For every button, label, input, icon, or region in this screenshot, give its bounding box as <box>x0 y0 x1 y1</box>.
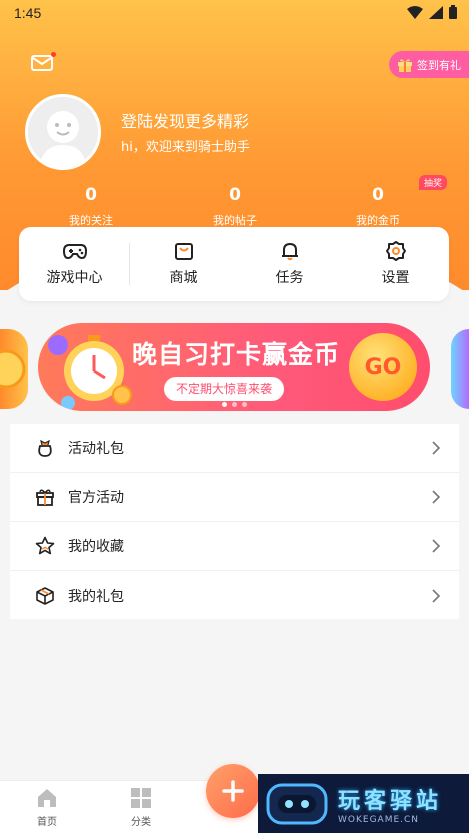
quick-menu-card: 游戏中心 商城 任务 设置 <box>19 227 449 301</box>
login-subtitle: hi，欢迎来到骑士助手 <box>121 140 250 155</box>
chevron-right-icon <box>432 490 441 504</box>
signin-label: 签到有礼 <box>417 58 461 72</box>
stat-posts[interactable]: 0 我的帖子 <box>175 183 295 231</box>
star-icon <box>34 535 56 557</box>
mail-unread-dot <box>51 52 56 57</box>
gift-box-icon <box>34 486 56 508</box>
stat-value: 0 <box>85 185 97 205</box>
grid-icon <box>131 788 151 808</box>
watermark-url: WOKEGAME.CN <box>338 814 420 825</box>
chevron-right-icon <box>432 441 441 455</box>
stat-value: 0 <box>229 185 241 205</box>
list-label: 活动礼包 <box>68 441 124 457</box>
stat-following[interactable]: 0 我的关注 <box>31 183 151 231</box>
list-item-activity-gifts[interactable]: 活动礼包 <box>10 424 459 473</box>
tab-label: 分类 <box>131 817 151 828</box>
gift-icon <box>398 58 412 72</box>
shopping-bag-icon <box>174 243 193 260</box>
status-time: 1:45 <box>14 5 42 21</box>
tab-home[interactable]: 首页 <box>17 787 77 828</box>
menu-label: 游戏中心 <box>46 270 103 286</box>
menu-settings[interactable]: 设置 <box>342 227 449 301</box>
menu-game-center[interactable]: 游戏中心 <box>21 227 128 301</box>
alarm-clock-icon <box>48 335 132 410</box>
menu-store[interactable]: 商城 <box>130 227 237 301</box>
site-watermark: 玩客驿站 WOKEGAME.CN <box>258 774 469 833</box>
pagination-dot[interactable] <box>242 402 247 407</box>
banner-carousel[interactable]: 晚自习打卡赢金币 不定期大惊喜来袭 GO <box>0 319 469 415</box>
battery-icon <box>449 5 457 19</box>
watermark-title: 玩客驿站 <box>338 788 443 814</box>
stats-row: 0 我的关注 0 我的帖子 0 我的金币 <box>0 183 469 229</box>
signal-icon <box>429 5 443 19</box>
menu-label: 任务 <box>275 270 304 286</box>
status-icons <box>407 5 457 19</box>
banner-prev-peek[interactable] <box>0 329 28 409</box>
robot-logo-icon <box>266 783 328 824</box>
banner-slide[interactable]: 晚自习打卡赢金币 不定期大惊喜来袭 GO <box>38 323 430 411</box>
list-label: 我的收藏 <box>68 539 124 555</box>
coin-icon <box>0 349 26 389</box>
menu-tasks[interactable]: 任务 <box>236 227 343 301</box>
wifi-icon <box>407 5 423 19</box>
lottery-badge[interactable]: 抽奖 <box>419 175 448 190</box>
signin-reward-button[interactable]: 签到有礼 <box>389 51 469 78</box>
plus-icon <box>222 780 244 802</box>
bell-icon <box>281 242 298 261</box>
gift-bag-icon <box>34 437 56 459</box>
home-icon <box>38 789 56 807</box>
pagination-dot[interactable] <box>222 402 227 407</box>
tab-label: 首页 <box>37 817 57 828</box>
list-item-official-events[interactable]: 官方活动 <box>10 473 459 522</box>
package-icon <box>34 585 56 607</box>
feature-list: 活动礼包 官方活动 我的收藏 我的礼包 <box>10 424 459 619</box>
list-item-favorites[interactable]: 我的收藏 <box>10 522 459 571</box>
create-post-button[interactable] <box>206 764 260 818</box>
default-avatar-icon <box>28 97 98 167</box>
menu-label: 商城 <box>169 270 198 286</box>
list-label: 官方活动 <box>68 490 124 506</box>
banner-go-button[interactable]: GO <box>349 333 417 401</box>
status-bar: 1:45 <box>0 0 469 28</box>
stat-coins[interactable]: 0 我的金币 <box>318 183 438 231</box>
banner-pagination <box>222 402 247 407</box>
banner-next-peek[interactable] <box>451 329 469 409</box>
gamepad-icon <box>62 244 87 260</box>
chevron-right-icon <box>432 539 441 553</box>
list-label: 我的礼包 <box>68 588 124 605</box>
gear-icon <box>385 241 406 261</box>
banner-title: 晚自习打卡赢金币 <box>132 340 341 369</box>
login-title[interactable]: 登陆发现更多精彩 <box>121 108 249 132</box>
banner-subtitle: 不定期大惊喜来袭 <box>164 377 285 401</box>
avatar[interactable] <box>25 94 101 170</box>
list-item-my-gifts[interactable]: 我的礼包 <box>10 571 459 620</box>
tab-category[interactable]: 分类 <box>111 787 171 828</box>
menu-label: 设置 <box>381 270 410 286</box>
pagination-dot[interactable] <box>232 402 237 407</box>
chevron-right-icon <box>432 588 441 603</box>
